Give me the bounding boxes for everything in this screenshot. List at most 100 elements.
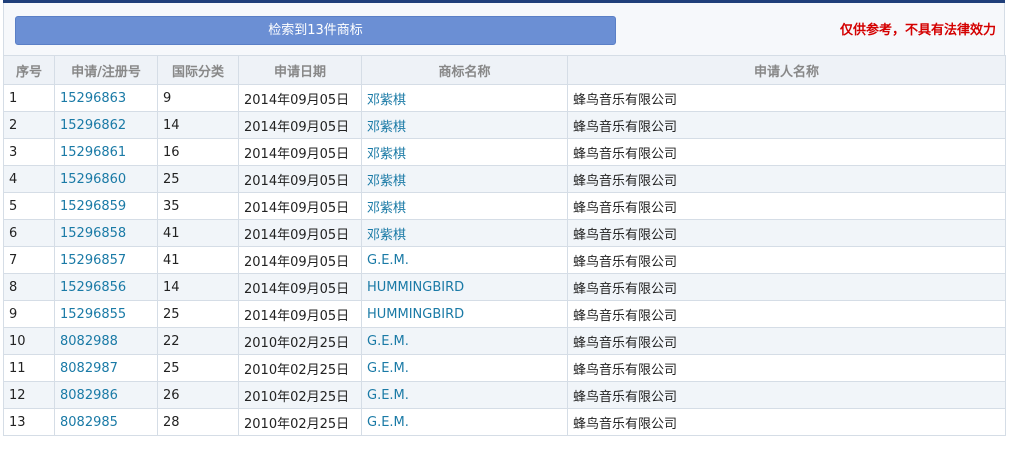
table-body: 1 15296863 9 2014年09月05日 邓紫棋 蜂鸟音乐有限公司 2 1529686…: [3, 84, 1006, 436]
table-row: 11 8082987 25 2010年02月25日 G.E.M. 蜂鸟音乐有限公司: [3, 354, 1006, 382]
row-index: 9: [3, 300, 55, 328]
applicant-cell: 蜂鸟音乐有限公司: [567, 327, 1006, 355]
applicant-cell: 蜂鸟音乐有限公司: [567, 192, 1006, 220]
applicant-cell: 蜂鸟音乐有限公司: [567, 300, 1006, 328]
table-header: 序号 申请/注册号 国际分类 申请日期 商标名称 申请人名称: [3, 55, 1006, 85]
row-index: 3: [3, 138, 55, 166]
date-cell: 2010年02月25日: [238, 354, 362, 382]
row-index: 5: [3, 192, 55, 220]
reg-no-link[interactable]: 8082987: [54, 354, 158, 382]
row-index: 10: [3, 327, 55, 355]
table-row: 10 8082988 22 2010年02月25日 G.E.M. 蜂鸟音乐有限公司: [3, 327, 1006, 355]
trademark-name-link[interactable]: G.E.M.: [361, 408, 568, 436]
row-index: 13: [3, 408, 55, 436]
applicant-cell: 蜂鸟音乐有限公司: [567, 273, 1006, 301]
class-cell: 25: [157, 300, 239, 328]
class-cell: 16: [157, 138, 239, 166]
trademark-name-link[interactable]: 邓紫棋: [361, 192, 568, 220]
applicant-cell: 蜂鸟音乐有限公司: [567, 219, 1006, 247]
date-cell: 2014年09月05日: [238, 246, 362, 274]
class-cell: 14: [157, 111, 239, 139]
date-cell: 2014年09月05日: [238, 165, 362, 193]
trademark-name-link[interactable]: G.E.M.: [361, 381, 568, 409]
row-index: 11: [3, 354, 55, 382]
table-row: 12 8082986 26 2010年02月25日 G.E.M. 蜂鸟音乐有限公司: [3, 381, 1006, 409]
column-header-index: 序号: [3, 55, 55, 85]
disclaimer-text: 仅供参考，不具有法律效力: [839, 23, 996, 38]
result-count-bar[interactable]: 检索到13件商标: [15, 16, 616, 45]
trademark-name-link[interactable]: HUMMINGBIRD: [361, 273, 568, 301]
column-header-reg-no: 申请/注册号: [54, 55, 158, 85]
applicant-cell: 蜂鸟音乐有限公司: [567, 138, 1006, 166]
class-cell: 25: [157, 165, 239, 193]
date-cell: 2014年09月05日: [238, 111, 362, 139]
date-cell: 2014年09月05日: [238, 84, 362, 112]
reg-no-link[interactable]: 15296862: [54, 111, 158, 139]
table-row: 2 15296862 14 2014年09月05日 邓紫棋 蜂鸟音乐有限公司: [3, 111, 1006, 139]
class-cell: 28: [157, 408, 239, 436]
reg-no-link[interactable]: 8082986: [54, 381, 158, 409]
date-cell: 2010年02月25日: [238, 327, 362, 355]
table-row: 1 15296863 9 2014年09月05日 邓紫棋 蜂鸟音乐有限公司: [3, 84, 1006, 112]
trademark-name-link[interactable]: HUMMINGBIRD: [361, 300, 568, 328]
applicant-cell: 蜂鸟音乐有限公司: [567, 246, 1006, 274]
column-header-trademark-name: 商标名称: [361, 55, 568, 85]
trademark-name-link[interactable]: 邓紫棋: [361, 111, 568, 139]
applicant-cell: 蜂鸟音乐有限公司: [567, 408, 1006, 436]
trademark-name-link[interactable]: 邓紫棋: [361, 138, 568, 166]
applicant-cell: 蜂鸟音乐有限公司: [567, 165, 1006, 193]
class-cell: 9: [157, 84, 239, 112]
trademark-name-link[interactable]: 邓紫棋: [361, 165, 568, 193]
reg-no-link[interactable]: 15296863: [54, 84, 158, 112]
row-index: 6: [3, 219, 55, 247]
table-row: 8 15296856 14 2014年09月05日 HUMMINGBIRD 蜂鸟音乐有限公…: [3, 273, 1006, 301]
row-index: 8: [3, 273, 55, 301]
row-index: 12: [3, 381, 55, 409]
table-row: 4 15296860 25 2014年09月05日 邓紫棋 蜂鸟音乐有限公司: [3, 165, 1006, 193]
applicant-cell: 蜂鸟音乐有限公司: [567, 381, 1006, 409]
table-row: 5 15296859 35 2014年09月05日 邓紫棋 蜂鸟音乐有限公司: [3, 192, 1006, 220]
applicant-cell: 蜂鸟音乐有限公司: [567, 111, 1006, 139]
search-summary-panel: 检索到13件商标 仅供参考，不具有法律效力: [3, 3, 1005, 55]
class-cell: 22: [157, 327, 239, 355]
column-header-class: 国际分类: [157, 55, 239, 85]
date-cell: 2014年09月05日: [238, 138, 362, 166]
trademark-name-link[interactable]: G.E.M.: [361, 354, 568, 382]
class-cell: 26: [157, 381, 239, 409]
reg-no-link[interactable]: 15296858: [54, 219, 158, 247]
row-index: 7: [3, 246, 55, 274]
class-cell: 41: [157, 219, 239, 247]
column-header-date: 申请日期: [238, 55, 362, 85]
table-row: 7 15296857 41 2014年09月05日 G.E.M. 蜂鸟音乐有限公司: [3, 246, 1006, 274]
trademark-name-link[interactable]: G.E.M.: [361, 327, 568, 355]
table-row: 9 15296855 25 2014年09月05日 HUMMINGBIRD 蜂鸟音乐有限公…: [3, 300, 1006, 328]
trademark-name-link[interactable]: 邓紫棋: [361, 219, 568, 247]
applicant-cell: 蜂鸟音乐有限公司: [567, 354, 1006, 382]
trademark-name-link[interactable]: G.E.M.: [361, 246, 568, 274]
reg-no-link[interactable]: 8082988: [54, 327, 158, 355]
reg-no-link[interactable]: 15296860: [54, 165, 158, 193]
header-row: 序号 申请/注册号 国际分类 申请日期 商标名称 申请人名称: [3, 55, 1006, 85]
date-cell: 2010年02月25日: [238, 408, 362, 436]
date-cell: 2010年02月25日: [238, 381, 362, 409]
row-index: 4: [3, 165, 55, 193]
reg-no-link[interactable]: 8082985: [54, 408, 158, 436]
table-row: 13 8082985 28 2010年02月25日 G.E.M. 蜂鸟音乐有限公司: [3, 408, 1006, 436]
date-cell: 2014年09月05日: [238, 192, 362, 220]
column-header-applicant: 申请人名称: [567, 55, 1006, 85]
table-row: 6 15296858 41 2014年09月05日 邓紫棋 蜂鸟音乐有限公司: [3, 219, 1006, 247]
reg-no-link[interactable]: 15296856: [54, 273, 158, 301]
reg-no-link[interactable]: 15296857: [54, 246, 158, 274]
reg-no-link[interactable]: 15296859: [54, 192, 158, 220]
date-cell: 2014年09月05日: [238, 273, 362, 301]
class-cell: 25: [157, 354, 239, 382]
date-cell: 2014年09月05日: [238, 300, 362, 328]
class-cell: 41: [157, 246, 239, 274]
date-cell: 2014年09月05日: [238, 219, 362, 247]
row-index: 1: [3, 84, 55, 112]
reg-no-link[interactable]: 15296855: [54, 300, 158, 328]
trademark-name-link[interactable]: 邓紫棋: [361, 84, 568, 112]
reg-no-link[interactable]: 15296861: [54, 138, 158, 166]
class-cell: 14: [157, 273, 239, 301]
table-row: 3 15296861 16 2014年09月05日 邓紫棋 蜂鸟音乐有限公司: [3, 138, 1006, 166]
